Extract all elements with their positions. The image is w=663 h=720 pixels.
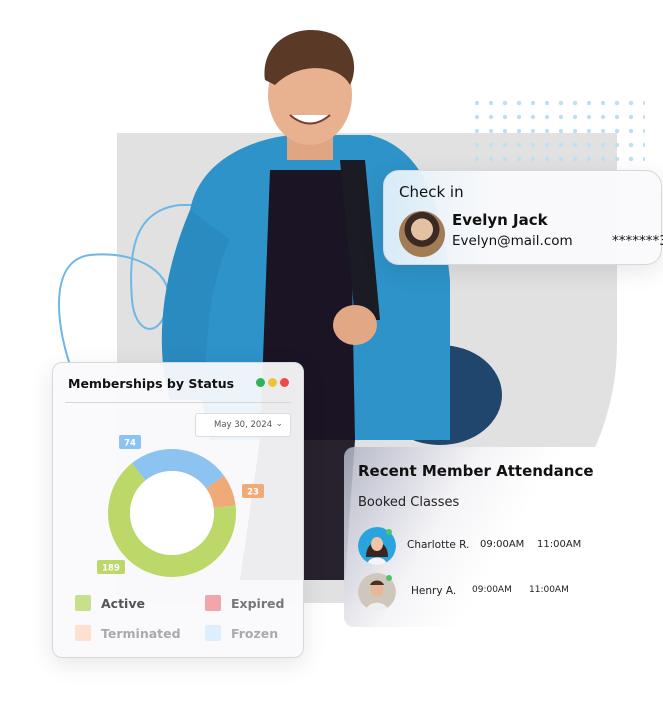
member-email: Evelyn@mail.com — [452, 233, 573, 249]
legend-item-frozen[interactable]: Frozen — [205, 625, 278, 641]
member-name: Charlotte R. — [407, 539, 470, 551]
window-dot-red[interactable] — [280, 378, 289, 387]
data-label-active: 189 — [102, 564, 120, 574]
member-name: Evelyn Jack — [452, 211, 548, 229]
attendance-card: Recent Member Attendance Booked Classes … — [344, 447, 604, 627]
legend-item-active[interactable]: Active — [75, 595, 145, 611]
booked-classes-label: Booked Classes — [358, 495, 460, 510]
legend-label: Terminated — [101, 625, 181, 641]
data-label-terminated: 23 — [247, 488, 259, 498]
memberships-donut-chart: 74 23 189 — [97, 435, 264, 577]
divider — [65, 402, 291, 403]
window-controls — [256, 378, 289, 387]
memberships-title: Memberships by Status — [68, 376, 235, 391]
attendance-title: Recent Member Attendance — [358, 462, 594, 480]
end-time: 11:00AM — [529, 585, 569, 595]
start-time: 09:00AM — [472, 585, 512, 595]
member-code: *******30 — [612, 233, 663, 249]
attendance-row[interactable]: Charlotte R. 09:00AM 11:00AM — [358, 527, 598, 567]
legend-swatch — [205, 595, 221, 611]
data-label-frozen: 74 — [124, 439, 136, 449]
legend-label: Active — [101, 595, 145, 611]
end-time: 11:00AM — [537, 539, 582, 550]
window-dot-green[interactable] — [256, 378, 265, 387]
legend-swatch — [205, 625, 221, 641]
start-time: 09:00AM — [480, 539, 525, 550]
checkin-title: Check in — [399, 183, 464, 201]
legend-swatch — [75, 595, 91, 611]
memberships-card: Memberships by Status May 30, 2024 ⌄ 74 2… — [52, 362, 304, 658]
donut-hole — [130, 471, 214, 555]
online-status-dot — [386, 575, 392, 581]
member-avatar — [399, 211, 445, 257]
legend-label: Expired — [231, 595, 285, 611]
legend-item-expired[interactable]: Expired — [205, 595, 284, 611]
legend-swatch — [75, 625, 91, 641]
online-status-dot — [386, 529, 392, 535]
legend-label: Frozen — [231, 625, 279, 641]
checkin-card: Check in Evelyn Jack Evelyn@mail.com ***… — [383, 170, 663, 265]
legend-item-terminated[interactable]: Terminated — [75, 625, 181, 641]
window-dot-yellow[interactable] — [268, 378, 277, 387]
member-name: Henry A. — [411, 585, 457, 597]
attendance-row[interactable]: Henry A. 09:00AM 11:00AM — [358, 573, 598, 613]
